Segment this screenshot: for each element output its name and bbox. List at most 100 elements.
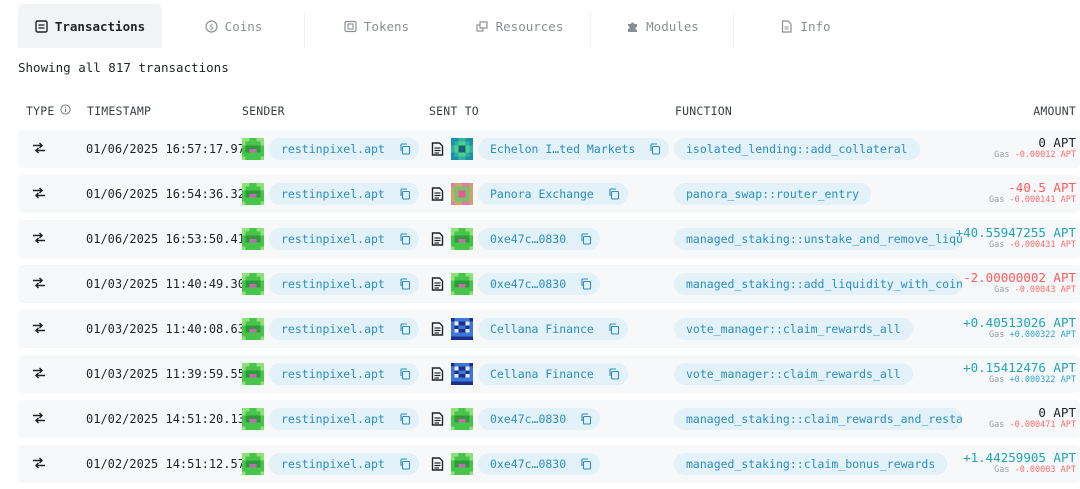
recipient-address-link[interactable]: Echelon I…ted Markets <box>478 138 670 160</box>
sender-cell: restinpixel.apt <box>242 130 419 168</box>
function-cell: vote_manager::claim_rewards_all <box>674 310 913 348</box>
function-cell: panora_swap::router_entry <box>674 175 872 213</box>
type-cell <box>32 400 46 438</box>
copy-icon[interactable] <box>399 233 411 245</box>
amount-value: +1.44259905 APT <box>963 450 1076 465</box>
copy-icon[interactable] <box>399 413 411 425</box>
list-icon <box>35 19 48 33</box>
sender-avatar <box>242 408 264 430</box>
recipient-address-link[interactable]: 0xe47c…0830 <box>478 273 601 295</box>
function-link[interactable]: managed_staking::claim_rewards_and_resta… <box>674 408 962 430</box>
tab-modules[interactable]: Modules <box>591 4 734 48</box>
function-cell: managed_staking::claim_rewards_and_resta… <box>674 400 962 438</box>
function-link[interactable]: panora_swap::router_entry <box>674 183 872 205</box>
function-link[interactable]: managed_staking::unstake_and_remove_liqu… <box>674 228 962 250</box>
tab-bar: Transactions $ Coins Tokens Resources Mo… <box>18 4 1080 48</box>
copy-icon[interactable] <box>399 143 411 155</box>
recipient-address-link[interactable]: Panora Exchange <box>478 183 628 205</box>
tab-info[interactable]: Info <box>734 4 877 48</box>
sent-to-cell: Echelon I…ted Markets <box>431 130 670 168</box>
gas-fee: Gas -0.00012 APT <box>994 150 1076 160</box>
resources-icon <box>476 20 489 33</box>
sender-avatar <box>242 138 264 160</box>
function-cell: isolated_lending::add_collateral <box>674 130 920 168</box>
copy-icon[interactable] <box>580 233 592 245</box>
timestamp-cell: 01/02/2025 14:51:20.139 <box>86 412 253 426</box>
gas-fee: Gas -0.000141 APT <box>988 195 1076 205</box>
copy-icon[interactable] <box>608 368 620 380</box>
copy-icon[interactable] <box>580 278 592 290</box>
tab-tokens[interactable]: Tokens <box>305 4 448 48</box>
table-row[interactable]: 01/06/2025 16:57:17.970 restinpixel.apt … <box>18 130 1080 168</box>
copy-icon[interactable] <box>608 323 620 335</box>
function-link[interactable]: managed_staking::add_liquidity_with_coin… <box>674 273 962 295</box>
table-row[interactable]: 01/02/2025 14:51:20.139 restinpixel.apt … <box>18 400 1080 438</box>
function-link[interactable]: isolated_lending::add_collateral <box>674 138 920 160</box>
tab-coins[interactable]: $ Coins <box>162 4 305 48</box>
transfer-arrows-icon <box>32 366 46 382</box>
recipient-avatar <box>451 318 473 340</box>
copy-icon[interactable] <box>399 323 411 335</box>
copy-icon[interactable] <box>399 188 411 200</box>
sender-avatar <box>242 183 264 205</box>
recipient-address-link[interactable]: 0xe47c…0830 <box>478 228 601 250</box>
transfer-arrows-icon <box>32 141 46 157</box>
transfer-arrows-icon <box>32 276 46 292</box>
recipient-address-link[interactable]: 0xe47c…0830 <box>478 453 601 475</box>
puzzle-icon <box>626 20 639 33</box>
amount-cell: 0 APT Gas -0.000471 APT <box>989 405 1076 431</box>
copy-icon[interactable] <box>399 278 411 290</box>
document-icon <box>431 322 444 336</box>
table-row[interactable]: 01/03/2025 11:40:08.636 restinpixel.apt … <box>18 310 1080 348</box>
table-row[interactable]: 01/06/2025 16:53:50.418 restinpixel.apt … <box>18 220 1080 258</box>
sender-cell: restinpixel.apt <box>242 355 419 393</box>
sender-cell: restinpixel.apt <box>242 175 419 213</box>
column-sent-to: SENT TO <box>429 104 479 118</box>
copy-icon[interactable] <box>399 368 411 380</box>
sender-avatar <box>242 453 264 475</box>
table-row[interactable]: 01/03/2025 11:39:59.550 restinpixel.apt … <box>18 355 1080 393</box>
type-cell <box>32 220 46 258</box>
gas-fee: Gas +0.000322 APT <box>988 330 1076 340</box>
type-cell <box>32 310 46 348</box>
sender-address-link[interactable]: restinpixel.apt <box>269 138 419 160</box>
sender-address-link[interactable]: restinpixel.apt <box>269 228 419 250</box>
copy-icon[interactable] <box>580 458 592 470</box>
copy-icon[interactable] <box>608 188 620 200</box>
timestamp-cell: 01/06/2025 16:53:50.418 <box>86 232 253 246</box>
table-row[interactable]: 01/02/2025 14:51:12.573 restinpixel.apt … <box>18 445 1080 483</box>
tab-label: Modules <box>646 18 699 34</box>
recipient-avatar <box>451 363 473 385</box>
copy-icon[interactable] <box>580 413 592 425</box>
table-row[interactable]: 01/03/2025 11:40:49.308 restinpixel.apt … <box>18 265 1080 303</box>
sent-to-cell: Panora Exchange <box>431 175 628 213</box>
amount-cell: +0.40513026 APT Gas +0.000322 APT <box>963 315 1076 341</box>
sender-address-link[interactable]: restinpixel.apt <box>269 183 419 205</box>
sender-address-link[interactable]: restinpixel.apt <box>269 408 419 430</box>
recipient-address-link[interactable]: Cellana Finance <box>478 318 628 340</box>
function-link[interactable]: managed_staking::claim_bonus_rewards <box>674 453 948 475</box>
recipient-address-link[interactable]: Cellana Finance <box>478 363 628 385</box>
sender-avatar <box>242 318 264 340</box>
sender-address-link[interactable]: restinpixel.apt <box>269 318 419 340</box>
copy-icon[interactable] <box>399 458 411 470</box>
sender-address-link[interactable]: restinpixel.apt <box>269 273 419 295</box>
transfer-arrows-icon <box>32 321 46 337</box>
sender-cell: restinpixel.apt <box>242 265 419 303</box>
tab-resources[interactable]: Resources <box>448 4 591 48</box>
recipient-avatar <box>451 138 473 160</box>
sender-address-link[interactable]: restinpixel.apt <box>269 363 419 385</box>
function-link[interactable]: vote_manager::claim_rewards_all <box>674 318 913 340</box>
column-sender: SENDER <box>242 104 285 118</box>
table-row[interactable]: 01/06/2025 16:54:36.321 restinpixel.apt … <box>18 175 1080 213</box>
sender-address-link[interactable]: restinpixel.apt <box>269 453 419 475</box>
tab-transactions[interactable]: Transactions <box>18 4 162 48</box>
copy-icon[interactable] <box>649 143 661 155</box>
column-type: TYPE <box>26 104 71 118</box>
type-cell <box>32 355 46 393</box>
transfer-arrows-icon <box>32 186 46 202</box>
recipient-avatar <box>451 273 473 295</box>
recipient-address-link[interactable]: 0xe47c…0830 <box>478 408 601 430</box>
info-icon[interactable] <box>59 104 71 118</box>
function-link[interactable]: vote_manager::claim_rewards_all <box>674 363 913 385</box>
